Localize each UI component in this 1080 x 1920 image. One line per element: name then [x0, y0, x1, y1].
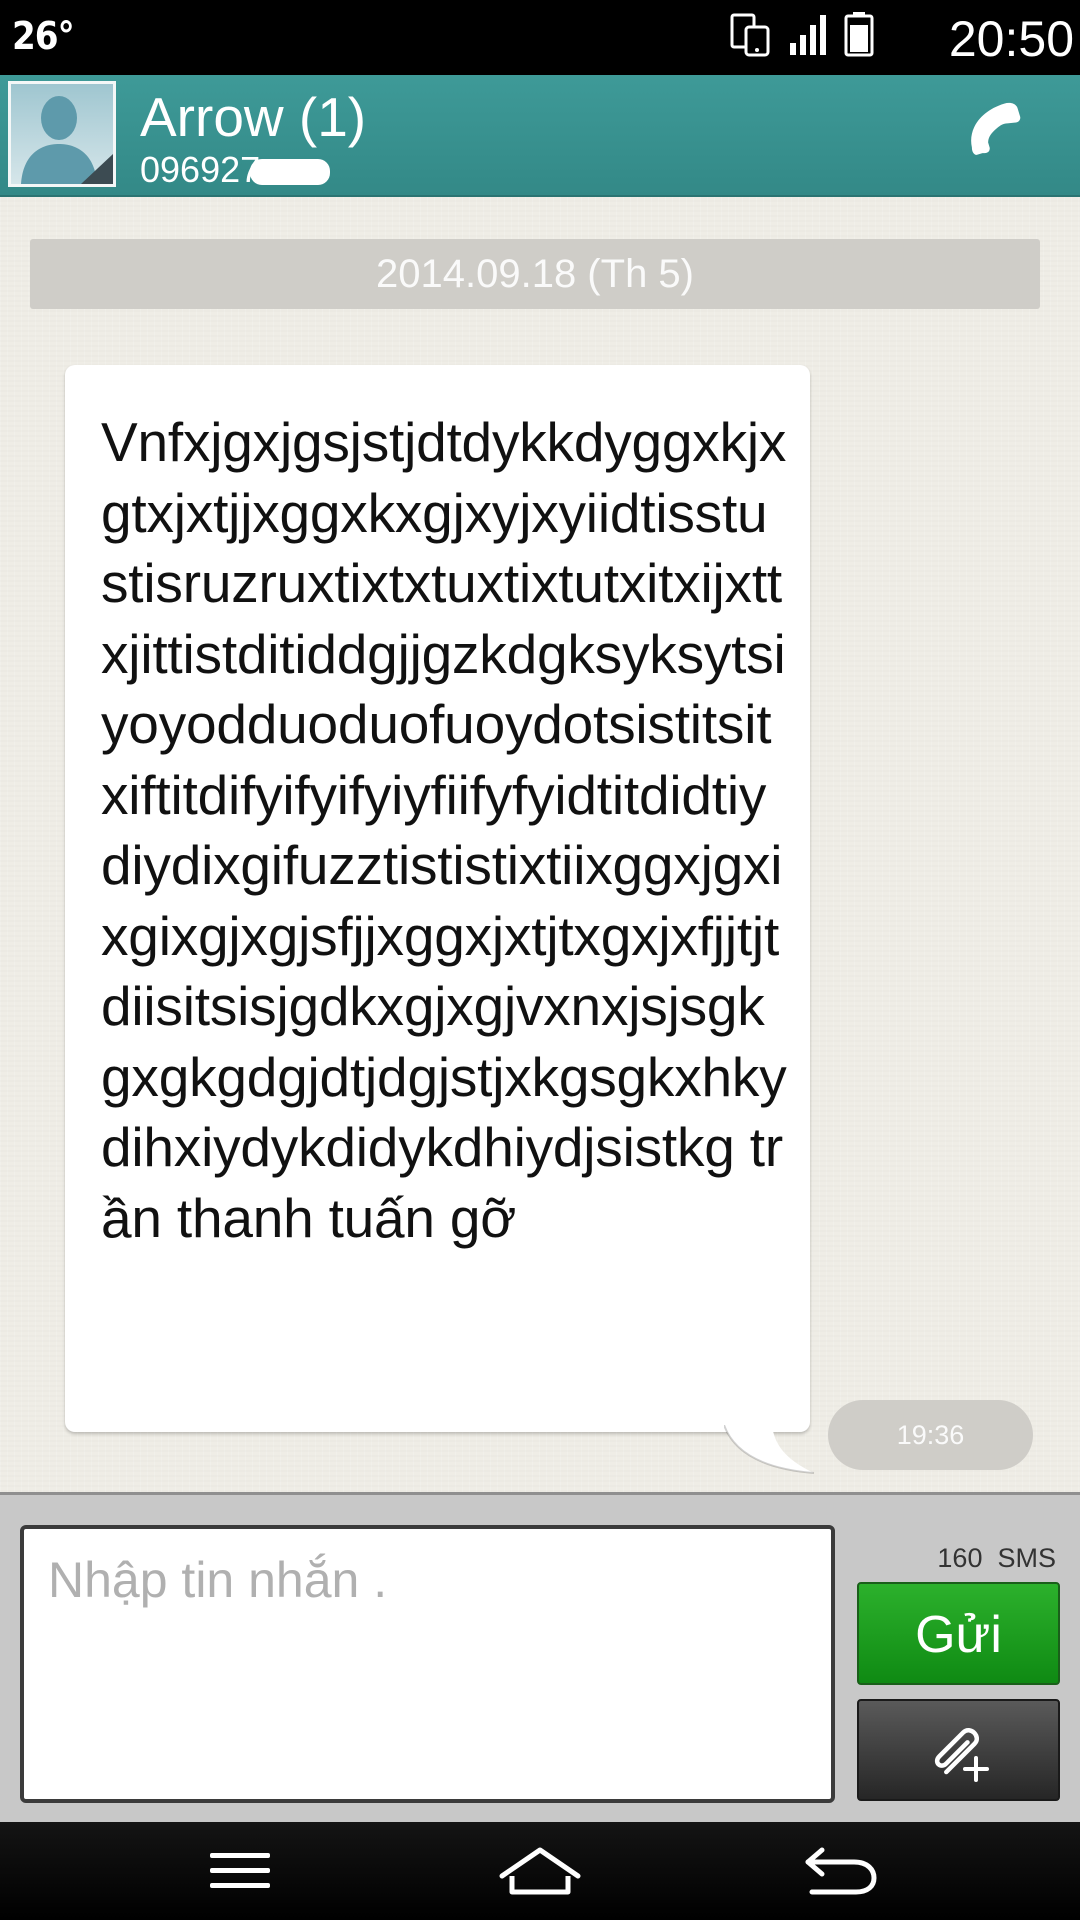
home-icon	[499, 1847, 581, 1895]
status-bar: 26° 20:50	[0, 0, 1080, 75]
menu-icon	[210, 1853, 270, 1888]
navigation-bar	[0, 1822, 1080, 1920]
conversation-header: Arrow (1) 096927	[0, 75, 1080, 197]
dual-device-icon	[730, 13, 772, 62]
call-button[interactable]	[960, 93, 1040, 173]
status-icons	[730, 12, 874, 62]
character-count: 160	[937, 1543, 983, 1573]
conversation-thread[interactable]: 2014.09.18 (Th 5) Vnfxjgxjgsjstjdtdykkdy…	[0, 197, 1080, 1492]
status-temperature: 26°	[12, 14, 75, 58]
home-button[interactable]	[470, 1822, 610, 1920]
back-button[interactable]	[770, 1822, 910, 1920]
character-counter: 160 SMS	[937, 1543, 1056, 1574]
message-text: Vnfxjgxjgsjstjdtdykkdyggxkjxgtxjxtjjxggx…	[101, 411, 787, 1249]
date-separator: 2014.09.18 (Th 5)	[30, 239, 1040, 309]
person-silhouette-icon	[11, 84, 113, 184]
menu-button[interactable]	[170, 1822, 310, 1920]
bubble-tail	[724, 1425, 815, 1474]
paperclip-plus-icon	[934, 1728, 989, 1782]
message-input[interactable]	[20, 1525, 835, 1803]
signal-icon	[788, 13, 828, 62]
message-type: SMS	[997, 1543, 1056, 1573]
back-icon	[805, 1847, 877, 1895]
phone-icon	[971, 102, 1021, 155]
attach-button[interactable]	[857, 1699, 1060, 1801]
contact-name: Arrow (1)	[140, 86, 367, 148]
avatar[interactable]	[8, 81, 116, 187]
battery-icon	[844, 11, 874, 62]
message-composer: 160 SMS Gửi	[0, 1492, 1080, 1825]
contact-number: 096927	[140, 149, 331, 191]
contact-number-text: 096927	[140, 149, 261, 190]
message-timestamp: 19:36	[828, 1400, 1033, 1470]
status-time: 20:50	[948, 11, 1074, 67]
send-button[interactable]: Gửi	[857, 1582, 1060, 1685]
message-bubble-incoming[interactable]: Vnfxjgxjgsjstjdtdykkdyggxkjxgtxjxtjjxggx…	[65, 365, 810, 1432]
redaction-mark	[250, 159, 331, 186]
